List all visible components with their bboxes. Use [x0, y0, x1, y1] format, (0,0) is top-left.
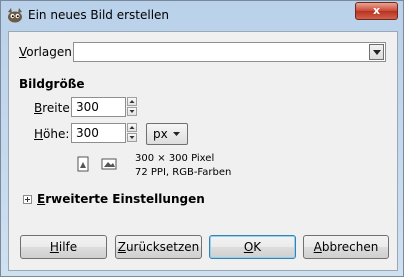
height-label: Höhe:	[34, 127, 70, 141]
advanced-settings-toggle[interactable]: Erweiterte Einstellungen	[37, 192, 205, 206]
close-button[interactable]: x	[355, 2, 398, 20]
cancel-button[interactable]: Abbrechen	[303, 235, 389, 259]
height-input[interactable]: 300	[71, 123, 126, 143]
arrow-up-icon	[129, 100, 135, 103]
window-title: Ein neues Bild erstellen	[28, 8, 170, 22]
arrow-down-icon	[129, 136, 135, 139]
help-button[interactable]: Hilfe	[20, 235, 107, 259]
width-increment-button[interactable]	[127, 97, 137, 106]
chevron-down-icon	[373, 50, 381, 55]
reset-button[interactable]: Zurücksetzen	[115, 235, 202, 259]
template-label: Vorlagen:	[19, 45, 76, 59]
dialog-body: Vorlagen: Bildgröße Breite: 300 Höhe: 30…	[8, 31, 398, 271]
image-format-info: 72 PPI, RGB-Farben	[135, 167, 232, 178]
unit-value: px	[153, 127, 168, 141]
gimp-icon	[8, 8, 22, 23]
width-spinner[interactable]	[127, 97, 137, 117]
width-label: Breite:	[34, 101, 74, 115]
ok-button[interactable]: OK	[209, 235, 296, 259]
portrait-orientation-icon[interactable]	[75, 156, 91, 172]
arrow-up-icon	[129, 126, 135, 129]
dialog-window: Ein neues Bild erstellen x Vorlagen: Bil…	[0, 0, 404, 277]
unit-dropdown[interactable]: px	[146, 123, 188, 145]
landscape-orientation-icon[interactable]	[101, 156, 117, 172]
title-bar[interactable]: Ein neues Bild erstellen x	[1, 1, 403, 31]
height-increment-button[interactable]	[127, 123, 137, 132]
chevron-down-icon	[173, 132, 180, 136]
image-dimensions-info: 300 × 300 Pixel	[135, 153, 215, 164]
expand-advanced-icon[interactable]	[23, 195, 32, 204]
template-dropdown-button[interactable]	[369, 44, 384, 60]
arrow-down-icon	[129, 110, 135, 113]
template-combobox[interactable]	[73, 42, 386, 62]
height-spinner[interactable]	[127, 123, 137, 143]
image-size-heading: Bildgröße	[19, 77, 85, 91]
width-decrement-button[interactable]	[127, 107, 137, 116]
width-input[interactable]: 300	[71, 97, 126, 117]
height-decrement-button[interactable]	[127, 133, 137, 142]
